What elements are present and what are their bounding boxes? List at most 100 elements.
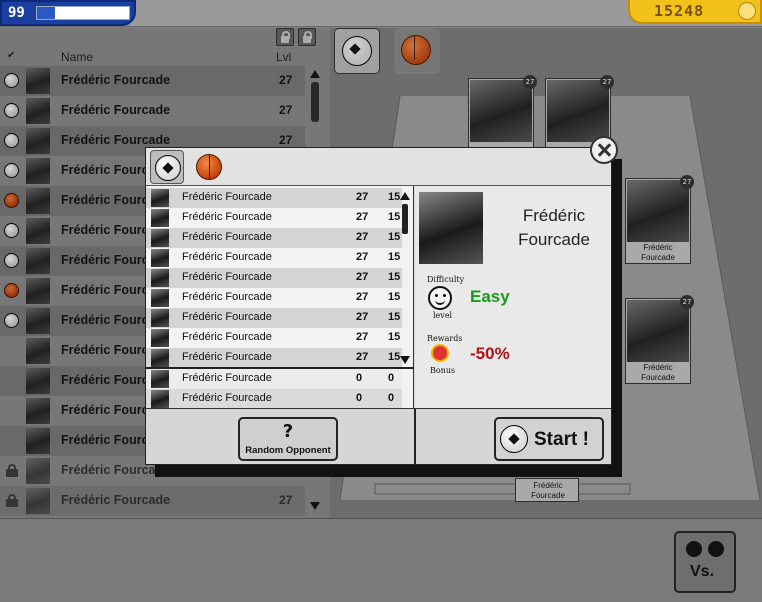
football-icon (500, 425, 528, 453)
scroll-thumb[interactable] (402, 204, 408, 234)
scroll-up-icon[interactable] (400, 192, 410, 200)
medal-icon (431, 344, 449, 362)
player-level: 27 (356, 291, 369, 303)
coins-badge: 15248 (628, 0, 762, 24)
opponent-picker-modal: Frédéric Fourcade 27 15 Frédéric Fourcade 27… (145, 136, 618, 465)
player-level: 0 (356, 372, 363, 384)
player-level: 0 (356, 392, 363, 404)
modal-scrollbar[interactable] (400, 190, 410, 366)
player-stat: 15 (388, 231, 401, 243)
coins-count: 15248 (654, 2, 705, 20)
bonus-value: -50% (470, 344, 510, 363)
start-label: Start ! (534, 429, 589, 450)
player-name: Frédéric Fourcade (182, 211, 272, 223)
difficulty-value: Easy (470, 287, 510, 306)
close-icon[interactable] (590, 136, 618, 164)
opponent-detail: Frédéric Fourcade Difficulty level Easy … (415, 186, 611, 408)
scroll-down-icon[interactable] (400, 356, 410, 364)
player-name: Frédéric Fourcade (182, 191, 272, 203)
player-name: Frédéric Fourcade (182, 231, 272, 243)
player-name: Frédéric Fourcade (182, 251, 272, 263)
table-row[interactable]: Frédéric Fourcade 27 15 (146, 328, 402, 348)
player-stat: 0 (388, 392, 395, 404)
table-row[interactable]: Frédéric Fourcade 27 15 (146, 228, 402, 248)
table-row[interactable]: Frédéric Fourcade 0 0 (146, 389, 402, 409)
player-silhouette-icon (686, 541, 702, 557)
avatar (151, 189, 169, 207)
player-stat: 15 (388, 331, 401, 343)
player-level: 27 (356, 351, 369, 363)
player-level: 27 (356, 191, 369, 203)
football-icon (155, 155, 181, 181)
opponent-photo (419, 192, 483, 264)
player-stat: 15 (388, 351, 401, 363)
table-row[interactable]: Frédéric Fourcade 0 0 (146, 369, 402, 389)
player-silhouette-icon (708, 541, 724, 557)
player-level: 27 (356, 331, 369, 343)
player-name: Frédéric Fourcade (182, 311, 272, 323)
avatar (151, 390, 169, 408)
xp-progress-fill (37, 7, 56, 19)
player-stat: 15 (388, 291, 401, 303)
avatar (151, 329, 169, 347)
question-mark-icon: ? (282, 421, 294, 442)
avatar (151, 229, 169, 247)
player-stat: 15 (388, 191, 401, 203)
bottom-bar: Vs. (0, 518, 762, 602)
player-name: Frédéric Fourcade (182, 271, 272, 283)
start-button[interactable]: Start ! (494, 417, 604, 461)
coin-stack-icon (738, 2, 756, 20)
random-opponent-button[interactable]: ? Random Opponent (238, 417, 338, 461)
table-row[interactable]: Frédéric Fourcade 27 15 (146, 348, 402, 368)
avatar (151, 249, 169, 267)
player-level: 27 (356, 211, 369, 223)
xp-progress-bar (36, 6, 130, 20)
avatar (151, 309, 169, 327)
avatar (151, 349, 169, 367)
player-level: 27 (356, 311, 369, 323)
player-name: Frédéric Fourcade (182, 351, 272, 363)
table-row[interactable]: Frédéric Fourcade 27 15 (146, 288, 402, 308)
table-row[interactable]: Frédéric Fourcade 27 15 (146, 308, 402, 328)
modal-basketball-tab[interactable] (192, 150, 226, 184)
table-row[interactable]: Frédéric Fourcade 27 15 (146, 188, 402, 208)
player-level: 27 (356, 271, 369, 283)
versus-button[interactable]: Vs. (674, 531, 736, 593)
opponent-last-name: Fourcade (518, 230, 590, 249)
bonus-label: Bonus (430, 366, 456, 375)
versus-label: Vs. (690, 563, 715, 580)
avatar (151, 370, 169, 388)
modal-opponent-list: Frédéric Fourcade 27 15 Frédéric Fourcade 27… (146, 186, 414, 409)
table-row[interactable]: Frédéric Fourcade 27 15 (146, 208, 402, 228)
avatar (151, 269, 169, 287)
player-name: Frédéric Fourcade (182, 372, 272, 384)
game-screen: 99 15248 ✔ Name Lvl Frédéric Fourcade 27 F… (0, 0, 762, 602)
player-stat: 15 (388, 211, 401, 223)
player-stat: 15 (388, 311, 401, 323)
xp-level: 99 (8, 5, 25, 21)
smiley-icon (428, 286, 452, 310)
table-row[interactable]: Frédéric Fourcade 27 15 (146, 268, 402, 288)
random-opponent-label: Random Opponent (245, 445, 331, 456)
opponent-first-name: Frédéric (522, 206, 586, 225)
xp-badge: 99 (0, 0, 136, 26)
player-stat: 0 (388, 372, 395, 384)
avatar (151, 289, 169, 307)
table-row[interactable]: Frédéric Fourcade 27 15 (146, 248, 402, 268)
footer-divider (414, 409, 416, 465)
player-stat: 15 (388, 271, 401, 283)
top-bar: 99 15248 (0, 0, 762, 27)
player-stat: 15 (388, 251, 401, 263)
modal-header (146, 148, 611, 186)
level-label: level (433, 311, 453, 320)
avatar (151, 209, 169, 227)
basketball-icon (196, 154, 222, 180)
player-name: Frédéric Fourcade (182, 291, 272, 303)
difficulty-label: Difficulty (427, 275, 465, 284)
modal-football-tab[interactable] (150, 150, 184, 184)
modal-footer: ? Random Opponent Start ! (146, 408, 611, 465)
player-level: 27 (356, 251, 369, 263)
opponent-name: Frédéric Fourcade (499, 204, 609, 252)
player-name: Frédéric Fourcade (182, 392, 272, 404)
player-level: 27 (356, 231, 369, 243)
